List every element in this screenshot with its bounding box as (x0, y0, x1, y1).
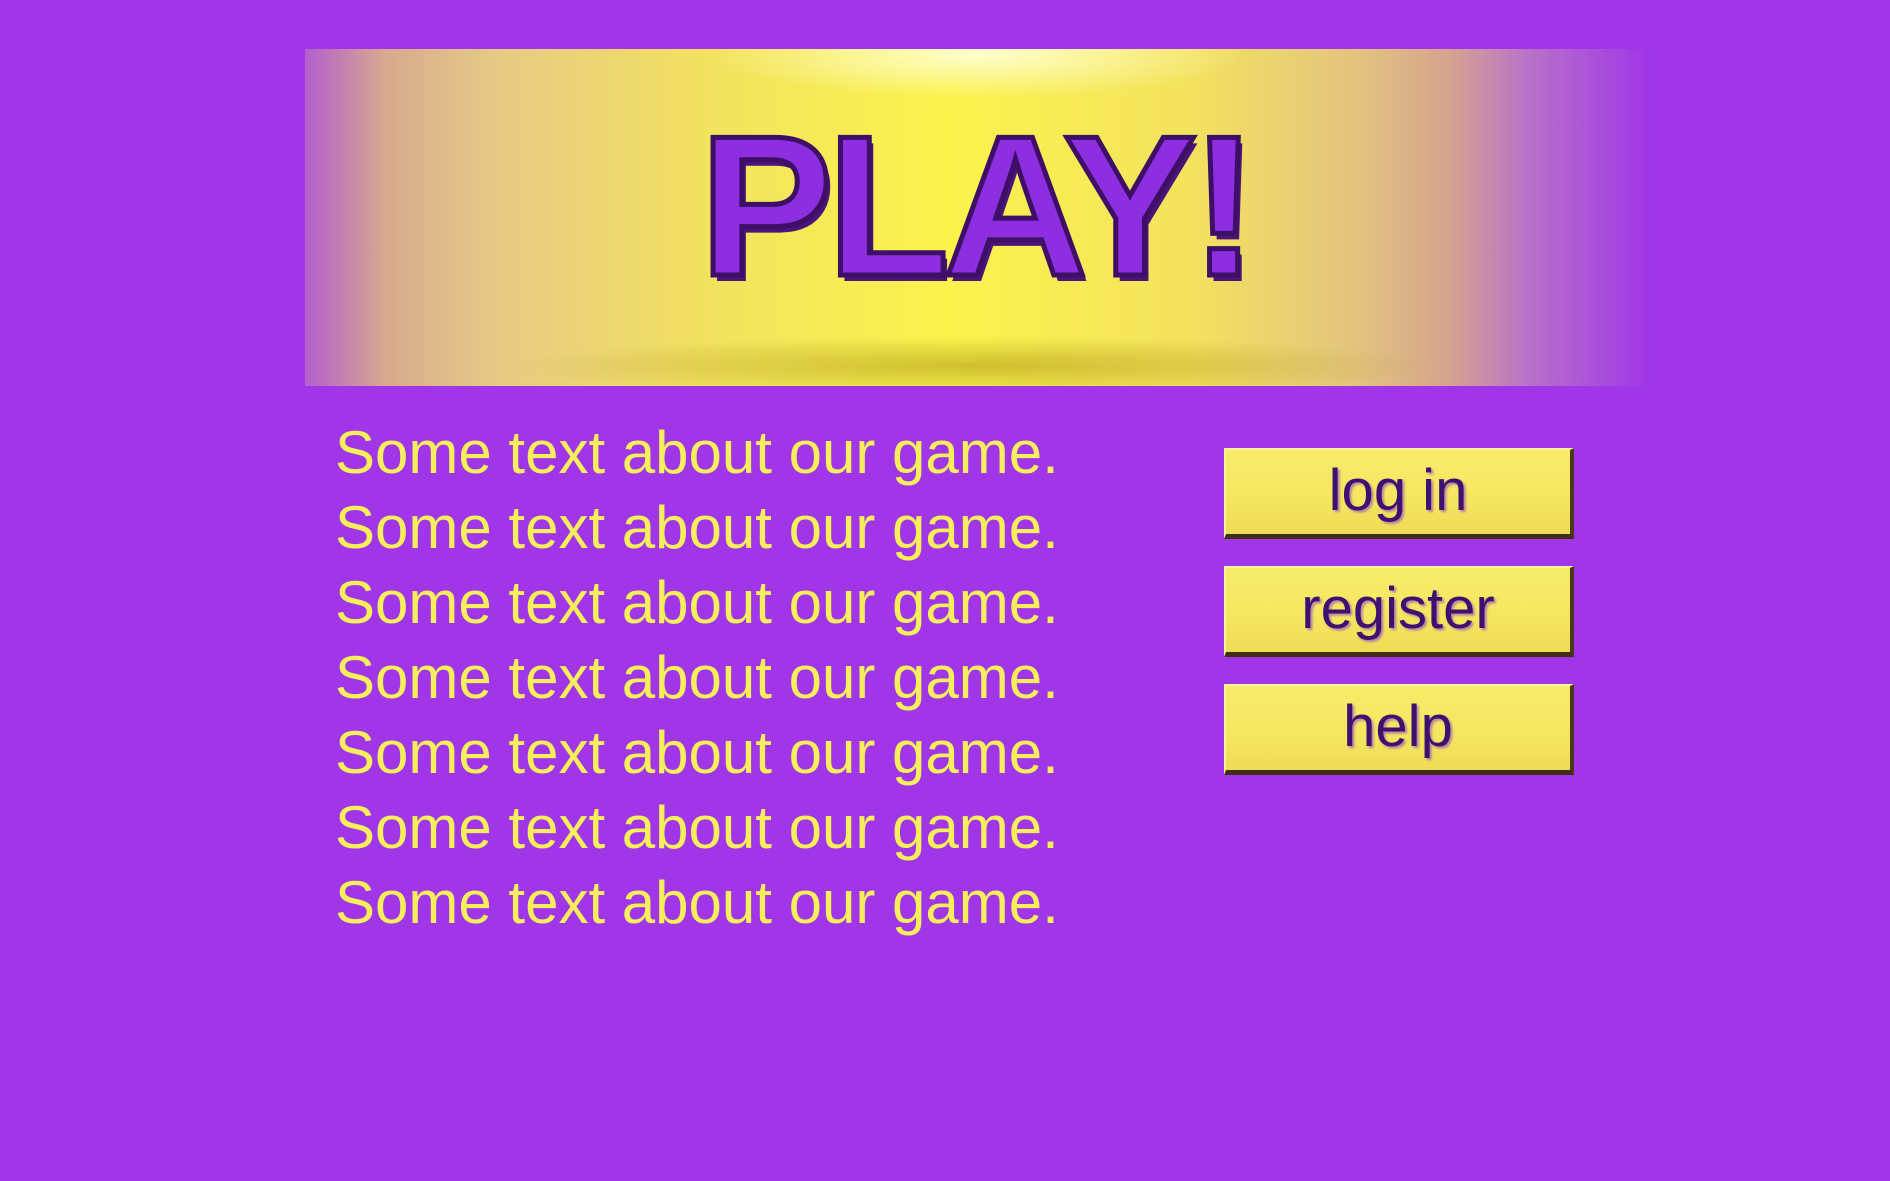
register-button[interactable]: register (1224, 566, 1574, 657)
about-line: Some text about our game. (335, 869, 1059, 936)
login-button[interactable]: log in (1224, 448, 1574, 539)
page-title: PLAY! (697, 95, 1260, 318)
about-line: Some text about our game. (335, 569, 1059, 636)
about-line: Some text about our game. (335, 419, 1059, 486)
register-button-label: register (1301, 575, 1495, 641)
about-text: Some text about our game. Some text abou… (335, 415, 1135, 940)
about-line: Some text about our game. (335, 644, 1059, 711)
help-button-label: help (1343, 693, 1453, 759)
side-menu: log in register help (1224, 448, 1578, 802)
about-line: Some text about our game. (335, 494, 1059, 561)
header-banner: PLAY! (305, 49, 1650, 386)
help-button[interactable]: help (1224, 684, 1574, 775)
about-line: Some text about our game. (335, 794, 1059, 861)
login-button-label: log in (1328, 457, 1468, 523)
about-line: Some text about our game. (335, 719, 1059, 786)
